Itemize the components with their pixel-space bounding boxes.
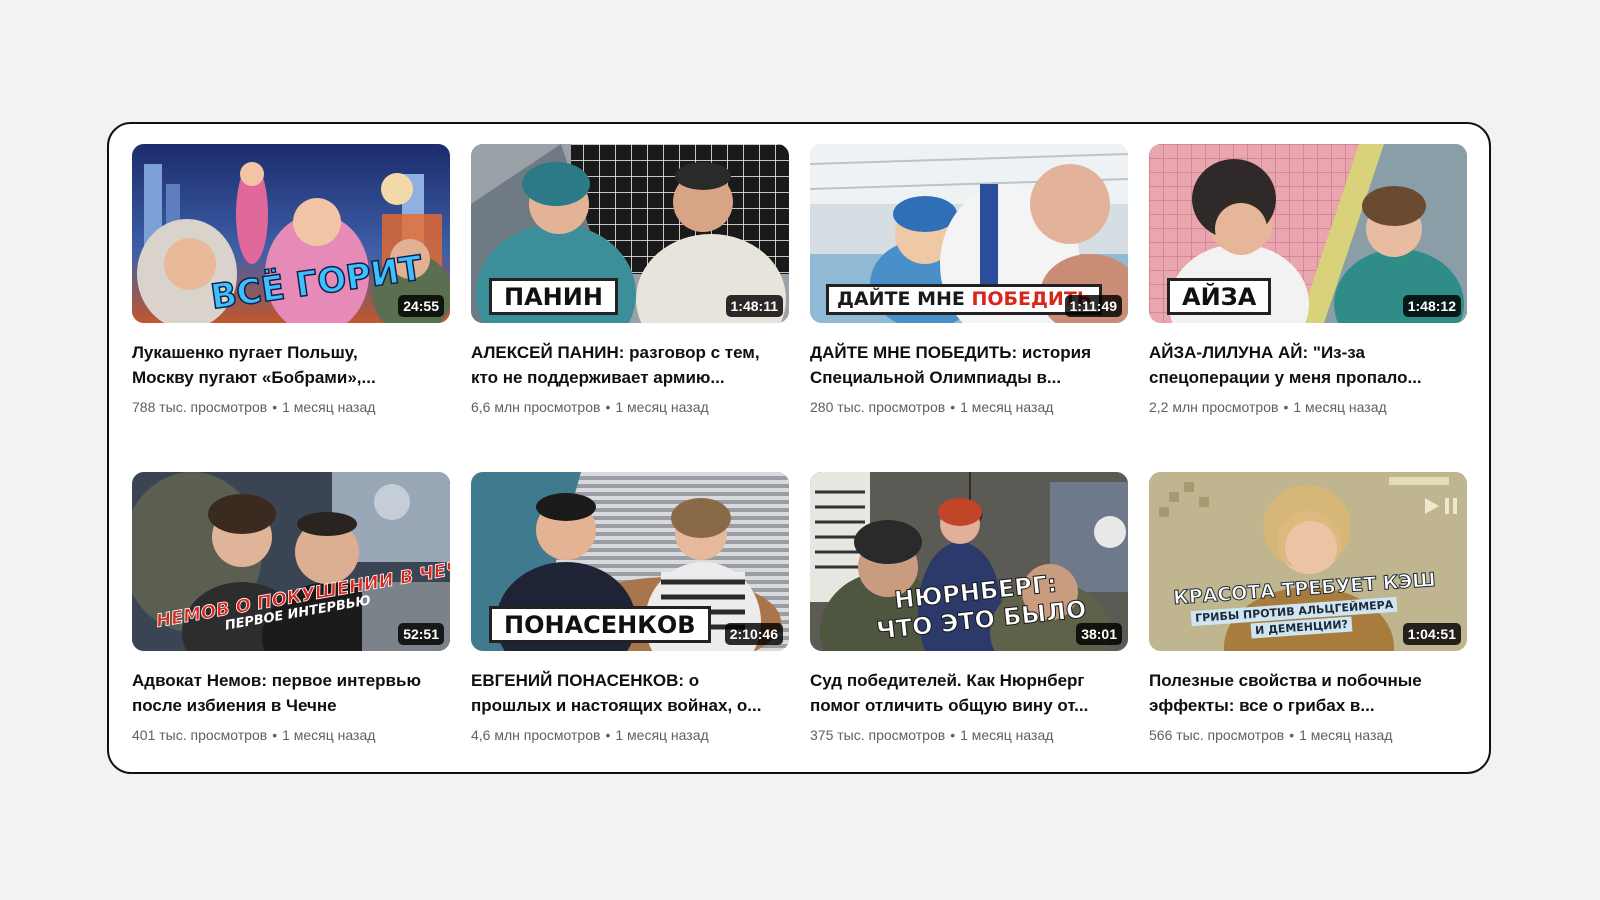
video-thumbnail[interactable]: АЙЗА 1:48:12: [1149, 144, 1467, 323]
video-meta: 4,6 млн просмотров • 1 месяц назад: [471, 725, 789, 745]
thumbnail-label: ПАНИН: [489, 278, 618, 315]
video-card[interactable]: ПАНИН 1:48:11 АЛЕКСЕЙ ПАНИН: разговор с …: [471, 144, 789, 444]
meta-separator: •: [605, 399, 611, 415]
video-title[interactable]: Суд победителей. Как Нюрнберг помог отли…: [810, 668, 1122, 718]
video-title[interactable]: Адвокат Немов: первое интервью после изб…: [132, 668, 444, 718]
meta-separator: •: [605, 727, 611, 743]
view-count: 2,2 млн просмотров: [1149, 399, 1279, 415]
video-duration: 24:55: [398, 295, 444, 317]
video-thumbnail[interactable]: НЕМОВ О ПОКУШЕНИИ В ЧЕЧНЕ ПЕРВОЕ ИНТЕРВЬ…: [132, 472, 450, 651]
video-card[interactable]: ПОНАСЕНКОВ 2:10:46 ЕВГЕНИЙ ПОНАСЕНКОВ: о…: [471, 472, 789, 772]
video-duration: 1:48:12: [1402, 295, 1461, 317]
thumbnail-label: АЙЗА: [1167, 278, 1272, 315]
meta-separator: •: [272, 727, 278, 743]
video-card[interactable]: НЮРНБЕРГ: ЧТО ЭТО БЫЛО 38:01 Суд победит…: [810, 472, 1128, 772]
upload-age: 1 месяц назад: [615, 399, 709, 415]
view-count: 6,6 млн просмотров: [471, 399, 601, 415]
video-meta: 401 тыс. просмотров • 1 месяц назад: [132, 725, 450, 745]
video-meta: 566 тыс. просмотров • 1 месяц назад: [1149, 725, 1467, 745]
upload-age: 1 месяц назад: [960, 399, 1054, 415]
video-meta: 375 тыс. просмотров • 1 месяц назад: [810, 725, 1128, 745]
video-meta: 788 тыс. просмотров • 1 месяц назад: [132, 397, 450, 417]
view-count: 401 тыс. просмотров: [132, 727, 268, 743]
video-title[interactable]: ДАЙТЕ МНЕ ПОБЕДИТЬ: история Специальной …: [810, 340, 1122, 390]
video-card[interactable]: АЙЗА 1:48:12 АЙЗА-ЛИЛУНА АЙ: "Из-за спец…: [1149, 144, 1467, 444]
video-duration: 38:01: [1076, 623, 1122, 645]
video-thumbnail[interactable]: НЮРНБЕРГ: ЧТО ЭТО БЫЛО 38:01: [810, 472, 1128, 651]
video-card[interactable]: НЕМОВ О ПОКУШЕНИИ В ЧЕЧНЕ ПЕРВОЕ ИНТЕРВЬ…: [132, 472, 450, 772]
video-thumbnail[interactable]: КРАСОТА ТРЕБУЕТ КЭШ ГРИБЫ ПРОТИВ АЛЬЦГЕЙ…: [1149, 472, 1467, 651]
video-title[interactable]: Лукашенко пугает Польшу, Москву пугают «…: [132, 340, 444, 390]
video-grid-panel: ВСЁ ГОРИТ 24:55 Лукашенко пугает Польшу,…: [107, 122, 1491, 774]
video-thumbnail[interactable]: ВСЁ ГОРИТ 24:55: [132, 144, 450, 323]
view-count: 4,6 млн просмотров: [471, 727, 601, 743]
meta-separator: •: [950, 727, 956, 743]
upload-age: 1 месяц назад: [282, 727, 376, 743]
meta-separator: •: [950, 399, 956, 415]
upload-age: 1 месяц назад: [615, 727, 709, 743]
video-thumbnail[interactable]: ПАНИН 1:48:11: [471, 144, 789, 323]
video-meta: 2,2 млн просмотров • 1 месяц назад: [1149, 397, 1467, 417]
view-count: 788 тыс. просмотров: [132, 399, 268, 415]
video-duration: 52:51: [398, 623, 444, 645]
thumbnail-label: ДАЙТЕ МНЕ ПОБЕДИТЬ: [826, 284, 1103, 315]
video-thumbnail[interactable]: ДАЙТЕ МНЕ ПОБЕДИТЬ 1:11:49: [810, 144, 1128, 323]
video-title[interactable]: АЛЕКСЕЙ ПАНИН: разговор с тем, кто не по…: [471, 340, 783, 390]
view-count: 375 тыс. просмотров: [810, 727, 946, 743]
upload-age: 1 месяц назад: [1293, 399, 1387, 415]
video-grid: ВСЁ ГОРИТ 24:55 Лукашенко пугает Польшу,…: [132, 144, 1467, 772]
video-title[interactable]: АЙЗА-ЛИЛУНА АЙ: "Из-за спецоперации у ме…: [1149, 340, 1461, 390]
upload-age: 1 месяц назад: [1299, 727, 1393, 743]
video-title[interactable]: Полезные свойства и побочные эффекты: вс…: [1149, 668, 1461, 718]
video-title[interactable]: ЕВГЕНИЙ ПОНАСЕНКОВ: о прошлых и настоящи…: [471, 668, 783, 718]
meta-separator: •: [1283, 399, 1289, 415]
video-card[interactable]: КРАСОТА ТРЕБУЕТ КЭШ ГРИБЫ ПРОТИВ АЛЬЦГЕЙ…: [1149, 472, 1467, 772]
view-count: 566 тыс. просмотров: [1149, 727, 1285, 743]
video-duration: 1:11:49: [1064, 295, 1122, 317]
video-thumbnail[interactable]: ПОНАСЕНКОВ 2:10:46: [471, 472, 789, 651]
thumbnail-label: ПОНАСЕНКОВ: [489, 606, 711, 643]
upload-age: 1 месяц назад: [282, 399, 376, 415]
upload-age: 1 месяц назад: [960, 727, 1054, 743]
video-duration: 1:04:51: [1402, 623, 1461, 645]
video-duration: 2:10:46: [724, 623, 783, 645]
video-card[interactable]: ДАЙТЕ МНЕ ПОБЕДИТЬ 1:11:49 ДАЙТЕ МНЕ ПОБ…: [810, 144, 1128, 444]
video-duration: 1:48:11: [725, 295, 783, 317]
video-meta: 6,6 млн просмотров • 1 месяц назад: [471, 397, 789, 417]
video-card[interactable]: ВСЁ ГОРИТ 24:55 Лукашенко пугает Польшу,…: [132, 144, 450, 444]
meta-separator: •: [1289, 727, 1295, 743]
view-count: 280 тыс. просмотров: [810, 399, 946, 415]
video-meta: 280 тыс. просмотров • 1 месяц назад: [810, 397, 1128, 417]
meta-separator: •: [272, 399, 278, 415]
